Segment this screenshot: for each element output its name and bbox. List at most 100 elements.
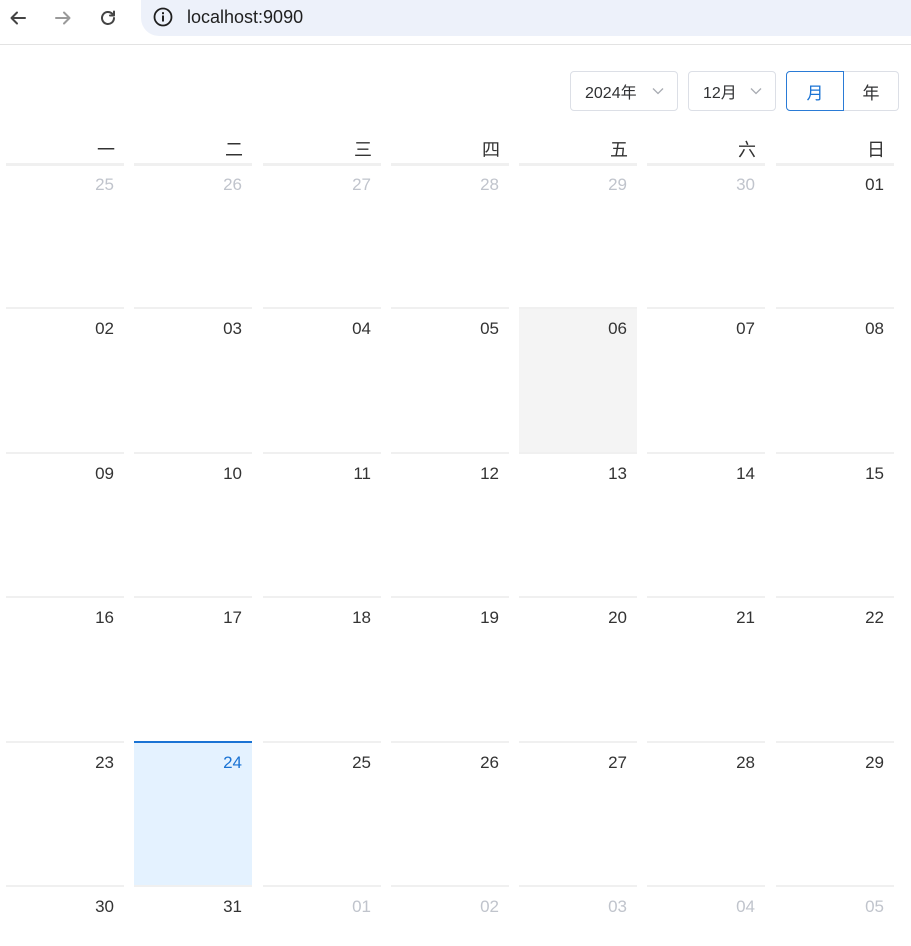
day-cell[interactable]: 25 <box>263 741 381 886</box>
day-cell[interactable]: 30 <box>6 885 124 946</box>
day-cell[interactable]: 23 <box>6 741 124 886</box>
day-number: 01 <box>865 175 884 194</box>
day-number: 02 <box>95 319 114 338</box>
weekday-label: 四 <box>391 136 509 166</box>
day-number: 21 <box>736 608 755 627</box>
browser-toolbar: localhost:9090 <box>0 0 911 45</box>
day-number: 05 <box>480 319 499 338</box>
day-number: 27 <box>352 175 371 194</box>
day-cell-selected[interactable]: 24 <box>134 741 252 886</box>
year-select-value: 2024年 <box>585 85 637 102</box>
day-cell[interactable]: 28 <box>391 163 509 308</box>
day-cell[interactable]: 16 <box>6 596 124 741</box>
day-cell[interactable]: 09 <box>6 452 124 597</box>
day-number: 05 <box>865 897 884 916</box>
day-number: 22 <box>865 608 884 627</box>
day-cell[interactable]: 03 <box>134 307 252 452</box>
day-number: 04 <box>352 319 371 338</box>
month-view-button[interactable]: 月 <box>786 71 844 111</box>
day-cell[interactable]: 10 <box>134 452 252 597</box>
day-number: 29 <box>865 753 884 772</box>
site-info-icon[interactable] <box>152 6 174 28</box>
day-number: 26 <box>480 753 499 772</box>
month-select-value: 12月 <box>703 85 737 102</box>
day-number: 09 <box>95 464 114 483</box>
day-number: 25 <box>352 753 371 772</box>
forward-arrow-icon[interactable] <box>50 5 76 31</box>
day-cell[interactable]: 06 <box>519 307 637 452</box>
year-select[interactable]: 2024年 <box>570 71 678 111</box>
day-cell[interactable]: 30 <box>647 163 765 308</box>
weekday-label: 五 <box>519 136 637 166</box>
day-cell[interactable]: 28 <box>647 741 765 886</box>
day-number: 30 <box>95 897 114 916</box>
day-number: 10 <box>223 464 242 483</box>
day-number: 15 <box>865 464 884 483</box>
day-number: 26 <box>223 175 242 194</box>
weekday-label: 日 <box>776 136 894 166</box>
day-number: 30 <box>736 175 755 194</box>
day-cell[interactable]: 20 <box>519 596 637 741</box>
year-view-button[interactable]: 年 <box>844 71 899 111</box>
day-cell[interactable]: 14 <box>647 452 765 597</box>
month-select[interactable]: 12月 <box>688 71 776 111</box>
day-number: 20 <box>608 608 627 627</box>
day-number: 18 <box>352 608 371 627</box>
day-number: 02 <box>480 897 499 916</box>
chevron-down-icon <box>652 88 664 95</box>
day-number: 28 <box>480 175 499 194</box>
day-number: 19 <box>480 608 499 627</box>
day-cell[interactable]: 04 <box>647 885 765 946</box>
weekday-label: 一 <box>6 136 124 166</box>
day-cell[interactable]: 05 <box>776 885 894 946</box>
day-number: 11 <box>353 464 371 483</box>
day-cell[interactable]: 12 <box>391 452 509 597</box>
day-cell[interactable]: 27 <box>519 741 637 886</box>
reload-icon[interactable] <box>95 5 121 31</box>
day-cell[interactable]: 01 <box>263 885 381 946</box>
day-cell[interactable]: 03 <box>519 885 637 946</box>
day-cell[interactable]: 07 <box>647 307 765 452</box>
day-cell[interactable]: 05 <box>391 307 509 452</box>
day-cell[interactable]: 13 <box>519 452 637 597</box>
day-cell[interactable]: 21 <box>647 596 765 741</box>
day-number: 12 <box>480 464 499 483</box>
view-toggle: 月 年 <box>786 71 899 111</box>
day-number: 27 <box>608 753 627 772</box>
day-cell[interactable]: 26 <box>391 741 509 886</box>
day-number: 16 <box>95 608 114 627</box>
day-cell[interactable]: 08 <box>776 307 894 452</box>
day-number: 23 <box>95 753 114 772</box>
day-number: 03 <box>608 897 627 916</box>
day-cell[interactable]: 27 <box>263 163 381 308</box>
day-cell[interactable]: 04 <box>263 307 381 452</box>
back-arrow-icon[interactable] <box>5 5 31 31</box>
day-number: 29 <box>608 175 627 194</box>
day-cell[interactable]: 15 <box>776 452 894 597</box>
day-cell[interactable]: 11 <box>263 452 381 597</box>
day-cell[interactable]: 29 <box>776 741 894 886</box>
day-cell[interactable]: 19 <box>391 596 509 741</box>
chevron-down-icon <box>750 88 762 95</box>
day-number: 08 <box>865 319 884 338</box>
day-number: 03 <box>223 319 242 338</box>
weekday-label: 二 <box>134 136 252 166</box>
day-cell[interactable]: 31 <box>134 885 252 946</box>
day-cell[interactable]: 26 <box>134 163 252 308</box>
day-cell[interactable]: 25 <box>6 163 124 308</box>
day-number: 07 <box>736 319 755 338</box>
day-cell[interactable]: 22 <box>776 596 894 741</box>
day-number: 31 <box>223 897 242 916</box>
day-cell[interactable]: 02 <box>6 307 124 452</box>
day-cell[interactable]: 18 <box>263 596 381 741</box>
day-number: 24 <box>223 753 242 772</box>
day-number: 13 <box>608 464 627 483</box>
day-number: 04 <box>736 897 755 916</box>
day-cell[interactable]: 17 <box>134 596 252 741</box>
address-bar[interactable]: localhost:9090 <box>141 0 911 36</box>
day-cell[interactable]: 29 <box>519 163 637 308</box>
day-number: 17 <box>223 608 242 627</box>
day-number: 01 <box>352 897 371 916</box>
day-cell[interactable]: 01 <box>776 163 894 308</box>
day-cell[interactable]: 02 <box>391 885 509 946</box>
